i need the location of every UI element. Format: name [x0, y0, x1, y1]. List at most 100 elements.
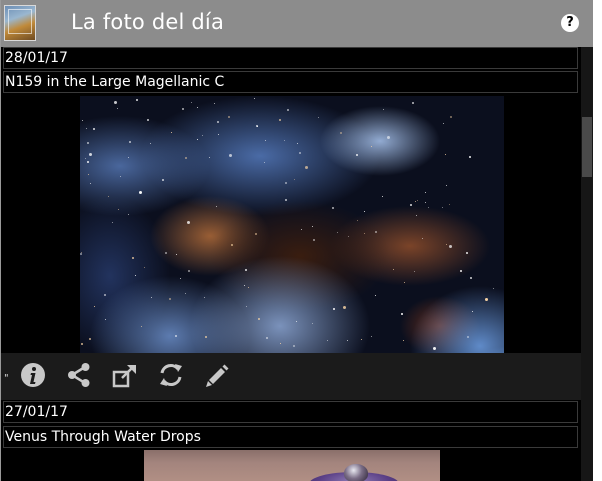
star: [87, 161, 89, 163]
star: [105, 319, 106, 320]
star: [417, 200, 418, 201]
star: [337, 232, 338, 233]
open-external-icon[interactable]: [112, 362, 138, 388]
star: [403, 340, 404, 341]
star: [446, 244, 447, 245]
star: [296, 321, 297, 322]
star: [485, 298, 488, 301]
star: [255, 233, 257, 235]
photo-title[interactable]: Venus Through Water Drops: [3, 426, 578, 448]
star: [87, 142, 89, 144]
star: [466, 252, 468, 254]
water-drop: [344, 464, 368, 481]
star: [428, 207, 429, 208]
star: [297, 143, 298, 144]
star: [450, 116, 452, 118]
star: [364, 211, 365, 212]
star: [180, 278, 181, 279]
star: [343, 306, 346, 309]
edit-icon[interactable]: [204, 362, 230, 388]
photo-image[interactable]: [144, 450, 440, 481]
star: [265, 140, 266, 141]
star: [256, 125, 258, 127]
star: [254, 98, 255, 99]
refresh-icon[interactable]: [158, 362, 184, 388]
star: [375, 295, 376, 296]
star: [185, 157, 187, 159]
star: [80, 253, 82, 255]
star: [266, 337, 268, 339]
star: [248, 287, 249, 288]
star: [187, 221, 190, 224]
star: [258, 318, 260, 320]
app-header: La foto del día ?: [1, 0, 593, 47]
star: [165, 252, 167, 254]
star: [151, 297, 152, 298]
toolbar-leading-mark: ": [4, 373, 9, 384]
star: [197, 107, 198, 108]
star: [202, 135, 203, 136]
star: [128, 214, 129, 215]
star: [132, 257, 134, 259]
star: [217, 121, 219, 123]
star: [393, 269, 394, 270]
star: [88, 174, 89, 175]
star: [371, 146, 372, 147]
star: [285, 182, 287, 184]
star: [90, 183, 91, 184]
star: [216, 206, 217, 207]
star: [162, 179, 164, 181]
star: [340, 132, 342, 134]
star: [264, 162, 265, 163]
star: [301, 229, 302, 230]
star: [416, 215, 417, 216]
star: [412, 102, 414, 104]
star: [383, 109, 384, 110]
star: [446, 185, 447, 186]
star: [285, 199, 287, 201]
star: [493, 288, 494, 289]
star: [279, 119, 281, 121]
star: [82, 120, 83, 121]
star: [85, 158, 86, 159]
star: [467, 336, 469, 338]
info-icon[interactable]: [20, 362, 46, 388]
star: [112, 222, 113, 223]
app-window: La foto del día ? 28/01/17 N159 in the L…: [0, 0, 593, 481]
star: [327, 340, 328, 341]
star: [443, 123, 444, 124]
star: [312, 323, 313, 324]
star: [218, 134, 219, 135]
star: [209, 157, 210, 158]
star: [191, 102, 192, 103]
star: [93, 128, 95, 130]
photo-image[interactable]: [80, 96, 504, 353]
star: [401, 313, 403, 315]
help-button[interactable]: ?: [561, 14, 579, 32]
star: [108, 196, 109, 197]
star: [313, 239, 315, 241]
star: [433, 347, 436, 350]
star: [86, 128, 87, 129]
star: [371, 336, 372, 337]
scrollbar-thumb[interactable]: [582, 117, 592, 177]
photo-title[interactable]: N159 in the Large Magellanic C: [3, 71, 578, 93]
star: [284, 140, 285, 141]
star: [312, 226, 313, 227]
photo-date: 27/01/17: [3, 401, 578, 423]
star: [414, 271, 415, 272]
star: [169, 298, 171, 300]
vertical-scrollbar[interactable]: [581, 47, 593, 481]
share-icon[interactable]: [66, 362, 92, 388]
app-title: La foto del día: [71, 10, 225, 34]
star: [228, 116, 230, 118]
star: [387, 136, 390, 139]
star: [356, 154, 358, 156]
star: [128, 157, 129, 158]
star: [117, 108, 118, 109]
star: [188, 270, 190, 272]
star: [333, 308, 335, 310]
star: [245, 269, 247, 271]
star: [114, 101, 117, 104]
star: [357, 220, 358, 221]
